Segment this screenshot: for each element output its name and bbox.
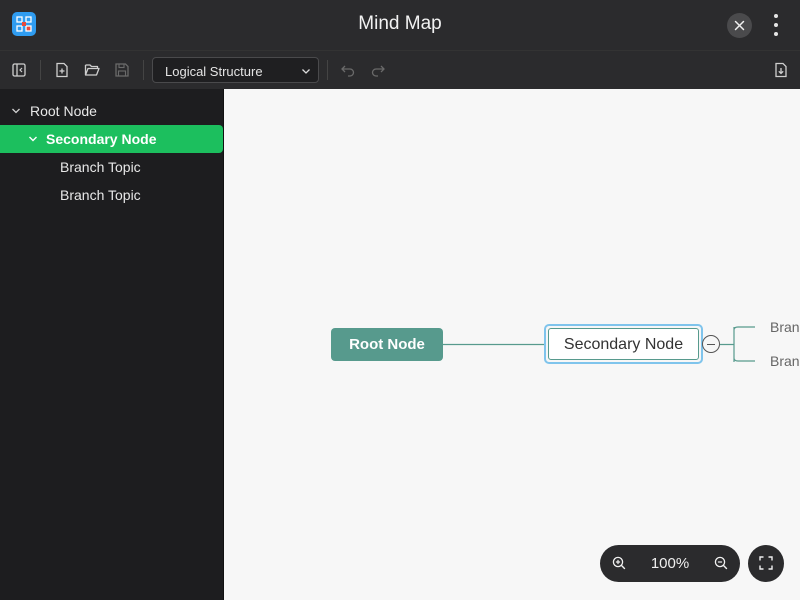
- toolbar: Logical Structure: [0, 50, 800, 89]
- zoom-out-icon: [714, 556, 728, 570]
- zoom-in-button[interactable]: [610, 554, 628, 572]
- zoom-level: 100%: [650, 555, 690, 572]
- zoom-out-button[interactable]: [712, 554, 730, 572]
- mindmap-app-icon: [12, 12, 36, 36]
- root-node[interactable]: Root Node: [331, 328, 443, 361]
- undo-icon: [341, 65, 355, 77]
- zoom-controls: 100%: [600, 545, 740, 582]
- sidebar-toggle-button[interactable]: [10, 61, 28, 79]
- zoom-in-icon: [612, 556, 626, 570]
- mindmap-canvas[interactable]: Root Node Secondary Node Bran Bran: [224, 89, 800, 600]
- branch-topic-node[interactable]: Bran: [770, 353, 800, 369]
- toolbar-divider: [40, 60, 41, 80]
- tree-item-label: Branch Topic: [60, 159, 141, 175]
- chevron-down-icon[interactable]: [11, 106, 21, 116]
- redo-icon: [371, 65, 385, 77]
- chevron-down-icon[interactable]: [28, 134, 38, 144]
- more-vertical-icon: [774, 14, 778, 18]
- more-options-button[interactable]: [766, 12, 786, 38]
- toolbar-divider: [143, 60, 144, 80]
- chevron-down-icon: [302, 69, 310, 74]
- undo-button[interactable]: [339, 61, 357, 79]
- tree-item-label: Root Node: [30, 103, 97, 119]
- branch-topic-node[interactable]: Bran: [770, 319, 800, 335]
- secondary-node-label: Secondary Node: [548, 328, 699, 360]
- outline-sidebar: Root Node Secondary Node Branch Topic Br…: [0, 89, 224, 600]
- export-button[interactable]: [772, 61, 790, 79]
- new-file-icon: [56, 62, 68, 78]
- secondary-node[interactable]: Secondary Node: [544, 324, 703, 364]
- collapse-toggle-button[interactable]: [702, 335, 720, 353]
- close-icon: [734, 20, 745, 31]
- tree-item-label: Secondary Node: [46, 131, 157, 147]
- save-button[interactable]: [113, 61, 131, 79]
- redo-button[interactable]: [369, 61, 387, 79]
- tree-item-root[interactable]: Root Node: [0, 97, 224, 125]
- tree-item-branch[interactable]: Branch Topic: [0, 153, 224, 181]
- export-icon: [775, 62, 787, 78]
- toolbar-divider: [327, 60, 328, 80]
- tree-item-label: Branch Topic: [60, 187, 141, 203]
- fullscreen-icon: [759, 556, 773, 570]
- tree-item-secondary[interactable]: Secondary Node: [0, 125, 223, 153]
- fullscreen-button[interactable]: [748, 545, 784, 582]
- open-folder-button[interactable]: [83, 61, 101, 79]
- new-file-button[interactable]: [53, 61, 71, 79]
- structure-select-value: Logical Structure: [165, 64, 263, 79]
- open-folder-icon: [84, 64, 100, 76]
- sidebar-toggle-icon: [12, 63, 26, 77]
- window-title: Mind Map: [358, 13, 442, 34]
- title-bar: Mind Map: [0, 0, 800, 50]
- close-button[interactable]: [727, 13, 752, 38]
- save-icon: [115, 63, 129, 77]
- tree-item-branch[interactable]: Branch Topic: [0, 181, 224, 209]
- structure-select[interactable]: Logical Structure: [152, 57, 319, 83]
